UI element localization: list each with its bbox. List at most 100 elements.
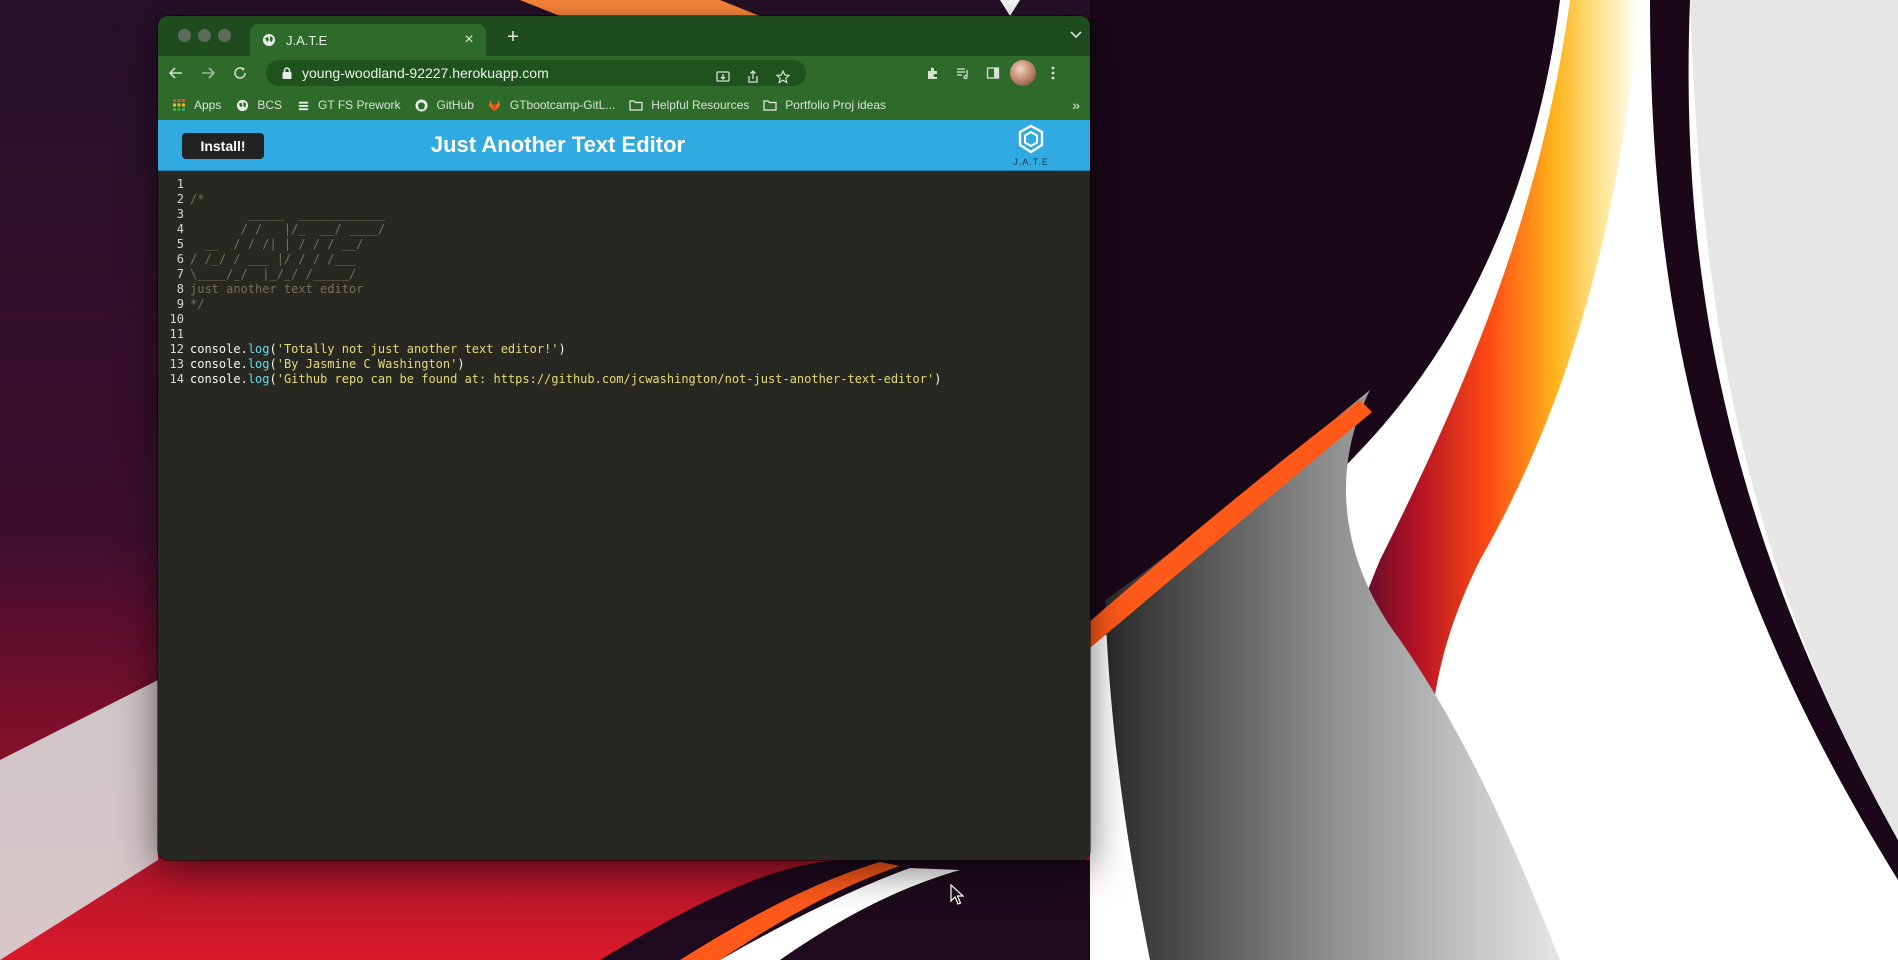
browser-window: J.A.T.E × + young-woodland-92227.herokua…	[158, 16, 1090, 860]
stack-icon	[296, 98, 310, 112]
address-bar[interactable]: young-woodland-92227.herokuapp.com	[266, 60, 806, 86]
bookmark-star-icon[interactable]	[770, 64, 796, 90]
side-panel-icon[interactable]	[980, 60, 1006, 86]
logo-text: J.A.T.E	[1013, 157, 1049, 167]
hexagon-logo-icon	[1018, 124, 1044, 154]
window-zoom-control[interactable]	[218, 29, 231, 42]
tab-search-chevron-icon[interactable]	[1070, 28, 1082, 42]
line-code: just another text editor	[190, 282, 364, 296]
forward-arrow-icon[interactable]	[194, 59, 222, 87]
line-code: /*	[190, 192, 205, 206]
bookmark-helpful-resources[interactable]: Helpful Resources	[629, 98, 749, 112]
line-code: */	[190, 297, 205, 311]
line-number: 3	[176, 207, 184, 221]
line-number: 10	[169, 312, 184, 326]
code-object: console	[190, 372, 241, 386]
line-number: 1	[176, 177, 184, 191]
window-minimize-control[interactable]	[198, 29, 211, 42]
code-punct: )	[558, 342, 566, 356]
code-string: 'By Jasmine C Washington'	[276, 357, 458, 371]
back-arrow-icon[interactable]	[162, 59, 190, 87]
editor-line[interactable]: 11	[158, 327, 1090, 342]
install-app-icon[interactable]	[710, 64, 736, 90]
code-punct: (	[269, 342, 277, 356]
line-number: 14	[169, 372, 184, 386]
code-method: log	[247, 357, 270, 371]
line-number: 11	[169, 327, 184, 341]
line-number: 9	[176, 297, 184, 311]
reload-icon[interactable]	[226, 59, 254, 87]
share-icon[interactable]	[740, 64, 766, 90]
line-code: \____/_/ |_/_/ /_____/	[190, 267, 357, 281]
code-string: 'Totally not just another text editor!'	[276, 342, 559, 356]
tab-strip: J.A.T.E × +	[158, 16, 1090, 56]
folder-icon	[763, 98, 777, 112]
editor-line[interactable]: 6 / /_/ / ___ |/ / / /___	[158, 252, 1090, 267]
browser-menu-kebab-icon[interactable]	[1040, 60, 1066, 86]
avatar	[1010, 60, 1036, 86]
globe-icon	[263, 34, 275, 46]
editor-line[interactable]: 7 \____/_/ |_/_/ /_____/	[158, 267, 1090, 282]
line-code: / /_/ / ___ |/ / / /___	[190, 252, 357, 266]
line-number: 8	[176, 282, 184, 296]
line-number: 5	[176, 237, 184, 251]
editor-line[interactable]: 5 __ / / /| | / / / __/	[158, 237, 1090, 252]
window-close-control[interactable]	[178, 29, 191, 42]
editor-line[interactable]: 8 just another text editor	[158, 282, 1090, 297]
code-method: log	[247, 372, 270, 386]
lock-icon	[282, 67, 292, 79]
media-queue-icon[interactable]	[950, 60, 976, 86]
line-number: 7	[176, 267, 184, 281]
bookmark-apps[interactable]: Apps	[172, 98, 221, 112]
bookmark-github[interactable]: GitHub	[415, 98, 474, 112]
bookmark-gt-fs-prework[interactable]: GT FS Prework	[296, 98, 401, 112]
bookmark-gtbootcamp-gitlab[interactable]: GTbootcamp-GitL...	[488, 98, 615, 112]
more-bookmarks-chevron-icon[interactable]: »	[1072, 97, 1080, 113]
line-code: console.log('Totally not just another te…	[190, 342, 566, 357]
code-punct: .	[240, 342, 248, 356]
jate-logo: J.A.T.E	[1010, 124, 1052, 168]
editor-line[interactable]: 4 / / |/_ __/ ____/	[158, 222, 1090, 237]
editor-line[interactable]: 10	[158, 312, 1090, 327]
browser-toolbar: young-woodland-92227.herokuapp.com	[158, 56, 1090, 90]
code-object: console	[190, 342, 241, 356]
tab-close-icon[interactable]: ×	[458, 31, 480, 49]
bookmarks-bar: Apps BCS GT FS Prework GitHub GTbootcamp…	[158, 90, 1090, 120]
line-number: 13	[169, 357, 184, 371]
editor-line[interactable]: 1	[158, 177, 1090, 192]
profile-avatar[interactable]	[1010, 60, 1036, 86]
code-object: console	[190, 357, 241, 371]
line-number: 6	[176, 252, 184, 266]
editor-line[interactable]: 14 console.log('Github repo can be found …	[158, 372, 1090, 387]
code-punct: )	[934, 372, 942, 386]
code-punct: (	[269, 372, 277, 386]
line-code: console.log('By Jasmine C Washington')	[190, 357, 465, 372]
editor-line[interactable]: 9 */	[158, 297, 1090, 312]
line-code: console.log('Github repo can be found at…	[190, 372, 941, 387]
line-code: __ / / /| | / / / __/	[190, 237, 364, 251]
bookmark-portfolio-proj-ideas[interactable]: Portfolio Proj ideas	[763, 98, 886, 112]
tab-jate[interactable]: J.A.T.E ×	[250, 24, 486, 56]
editor-line[interactable]: 3 _____ ____________	[158, 207, 1090, 222]
tab-title: J.A.T.E	[286, 32, 328, 48]
code-method: log	[247, 342, 270, 356]
new-tab-plus-icon[interactable]: +	[502, 26, 524, 48]
editor-line[interactable]: 12 console.log('Totally not just another …	[158, 342, 1090, 357]
bookmark-bcs[interactable]: BCS	[235, 98, 282, 112]
apps-grid-icon	[172, 98, 186, 112]
app-header: Install! Just Another Text Editor J.A.T.…	[158, 120, 1090, 171]
line-code: _____ ____________	[190, 207, 386, 221]
line-code: / / |/_ __/ ____/	[190, 222, 386, 236]
line-number: 12	[169, 342, 184, 356]
github-icon	[415, 98, 429, 112]
globe-icon	[235, 98, 249, 112]
code-punct: .	[240, 372, 248, 386]
extensions-puzzle-icon[interactable]	[920, 60, 946, 86]
editor-line[interactable]: 2 /*	[158, 192, 1090, 207]
line-number: 4	[176, 222, 184, 236]
mouse-pointer-icon	[950, 884, 964, 905]
code-punct: )	[457, 357, 465, 371]
code-editor[interactable]: 1 2/* 3 _____ ____________ 4 / / |/_ __/ __…	[158, 171, 1090, 860]
editor-line[interactable]: 13 console.log('By Jasmine C Washington')	[158, 357, 1090, 372]
gitlab-icon	[488, 98, 502, 112]
